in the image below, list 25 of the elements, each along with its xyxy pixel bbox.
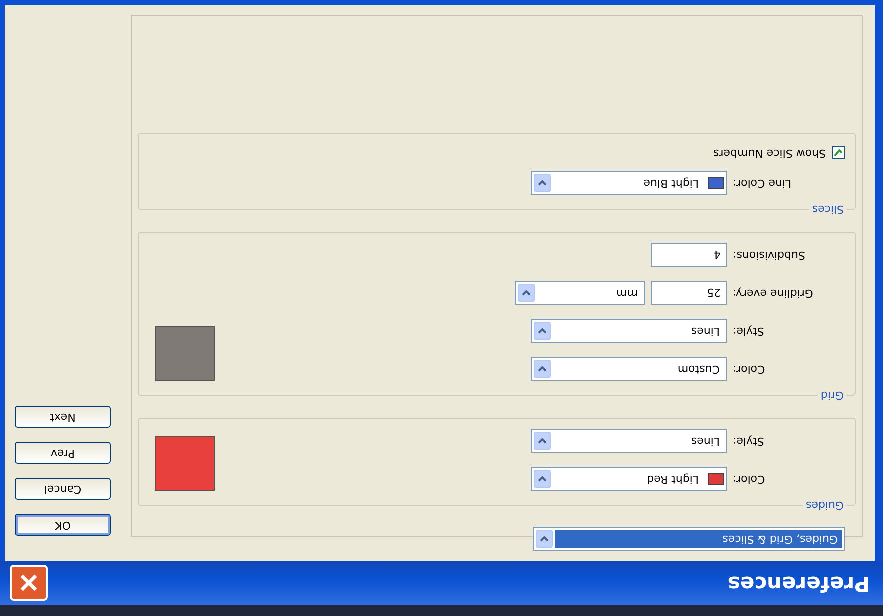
field-label: Color:: [733, 362, 766, 378]
field-label: Style:: [733, 324, 766, 340]
dropdown-field[interactable]: Lines: [531, 429, 727, 453]
field-label: Subdivisions:: [733, 248, 806, 264]
input-field[interactable]: 25: [651, 281, 727, 305]
dropdown-field[interactable]: Custom: [531, 357, 727, 381]
unit-dropdown[interactable]: mm: [515, 281, 645, 305]
field-label: Style:: [733, 434, 766, 450]
close-button[interactable]: [10, 565, 48, 601]
dialog-button[interactable]: Prev: [15, 442, 111, 464]
field-label: Line Color:: [733, 176, 793, 192]
dialog-button[interactable]: Cancel: [15, 478, 111, 500]
checkbox[interactable]: [832, 146, 845, 160]
field-label: Gridline every:: [733, 286, 814, 302]
section-dropdown[interactable]: Guides, Grid & Slices: [533, 527, 845, 551]
dropdown-field[interactable]: Light Blue: [531, 171, 727, 195]
field-label: Color:: [733, 472, 766, 488]
input-field[interactable]: 4: [651, 243, 727, 267]
dialog-button[interactable]: Next: [15, 406, 111, 428]
window-title: Preferences: [728, 570, 870, 598]
dialog-button[interactable]: OK: [15, 514, 111, 536]
dropdown-field[interactable]: Light Red: [531, 467, 727, 491]
dropdown-field[interactable]: Lines: [531, 319, 727, 343]
close-icon: [18, 572, 40, 594]
checkbox-label: Show Slice Numbers: [713, 146, 826, 161]
